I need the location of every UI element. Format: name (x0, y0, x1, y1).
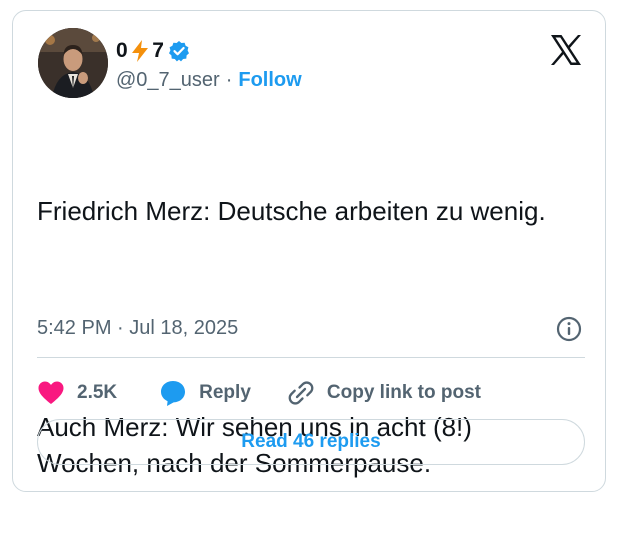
link-icon (288, 381, 314, 405)
like-count: 2.5K (77, 382, 118, 403)
follow-button[interactable]: Follow (238, 69, 301, 92)
read-replies-label: Read 46 replies (241, 431, 381, 452)
tweet-meta-row: 5:42 PM · Jul 18, 2025 (37, 313, 583, 343)
author-handle-row: @0_7_user · Follow (116, 69, 302, 92)
separator-dot: · (225, 69, 233, 91)
display-name-suffix: 7 (152, 39, 165, 62)
author-handle[interactable]: @0_7_user (116, 69, 220, 92)
tweet-line-1: Friedrich Merz: Deutsche arbeiten zu wen… (37, 196, 546, 226)
like-button[interactable]: 2.5K (37, 380, 117, 406)
display-name-prefix: 0 (116, 39, 129, 62)
read-replies-button[interactable]: Read 46 replies (37, 419, 585, 465)
copy-link-button[interactable]: Copy link to post (287, 379, 481, 407)
divider (37, 357, 585, 358)
info-icon[interactable] (555, 315, 583, 343)
reply-label: Reply (199, 382, 251, 403)
reply-button[interactable]: Reply (159, 379, 251, 407)
author-display-name[interactable]: 0 7 (116, 39, 164, 63)
tweet-timestamp[interactable]: 5:42 PM · Jul 18, 2025 (37, 317, 238, 340)
verified-badge-icon (169, 41, 190, 62)
author-name-row[interactable]: 0 7 (116, 37, 190, 65)
copy-link-label: Copy link to post (326, 382, 481, 403)
x-logo-icon[interactable] (549, 34, 583, 66)
heart-icon (38, 381, 64, 404)
reply-bubble-icon (161, 381, 186, 406)
avatar[interactable] (38, 28, 108, 98)
bolt-emoji-icon (132, 40, 149, 62)
action-bar: 2.5K Reply Copy link to post (37, 373, 481, 413)
tweet-card: 0 7 @0_7_user · Follow Friedrich Merz: D… (12, 10, 606, 492)
